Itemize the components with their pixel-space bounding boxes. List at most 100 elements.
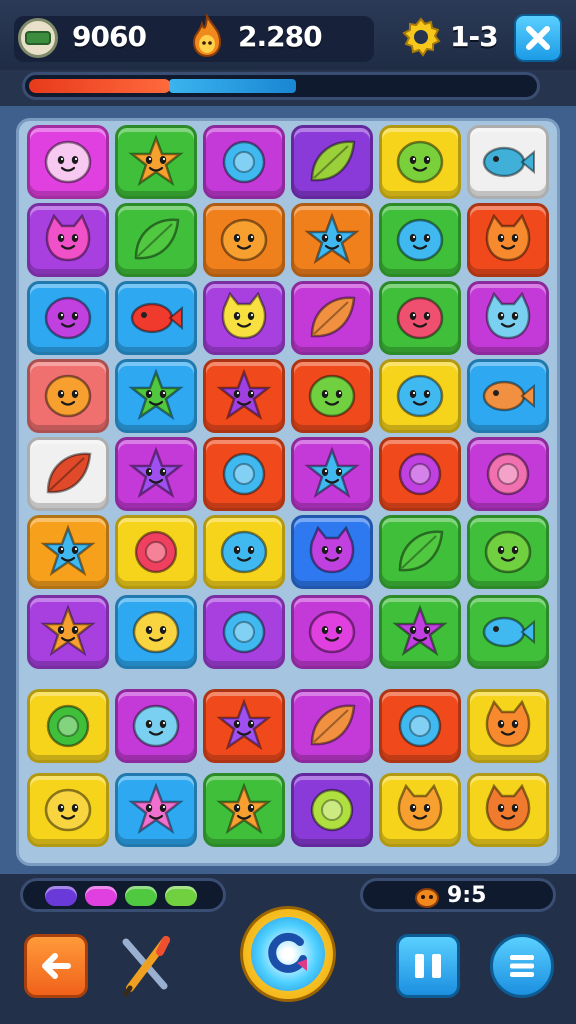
blob-creature-icon bbox=[484, 530, 532, 574]
ring-creature-icon bbox=[46, 704, 90, 748]
blob-creature-icon bbox=[44, 296, 92, 340]
board-tile[interactable] bbox=[203, 773, 285, 847]
board-tile[interactable] bbox=[115, 773, 197, 847]
board-tile[interactable] bbox=[467, 437, 549, 511]
menu-icon bbox=[510, 955, 534, 977]
gem-slot bbox=[165, 886, 197, 906]
shuffle-button-face bbox=[251, 917, 325, 991]
star-creature-icon bbox=[392, 604, 448, 657]
board-tile[interactable] bbox=[291, 595, 373, 669]
board-tile[interactable] bbox=[467, 125, 549, 199]
board-tile[interactable] bbox=[467, 281, 549, 355]
board-tile[interactable] bbox=[379, 359, 461, 433]
board-tile[interactable] bbox=[203, 595, 285, 669]
board-tile[interactable] bbox=[27, 773, 109, 847]
board-tile[interactable] bbox=[115, 281, 197, 355]
progress-fill-blue bbox=[169, 79, 296, 93]
blob-creature-icon bbox=[396, 218, 444, 262]
board-tile[interactable] bbox=[27, 125, 109, 199]
board-tile[interactable] bbox=[379, 689, 461, 763]
board-tile[interactable] bbox=[379, 203, 461, 277]
board-tile[interactable] bbox=[27, 515, 109, 589]
board-tile[interactable] bbox=[115, 203, 197, 277]
board-tile[interactable] bbox=[27, 689, 109, 763]
fish-creature-icon bbox=[482, 380, 535, 412]
gear-icon[interactable] bbox=[400, 16, 442, 58]
ring-creature-icon bbox=[486, 452, 530, 496]
refresh-icon bbox=[268, 932, 307, 973]
board-tile[interactable] bbox=[27, 281, 109, 355]
board-tile[interactable] bbox=[291, 437, 373, 511]
cat-creature-icon bbox=[485, 213, 531, 262]
board-tile[interactable] bbox=[379, 515, 461, 589]
board-tile[interactable] bbox=[203, 359, 285, 433]
board-tile[interactable] bbox=[291, 125, 373, 199]
board-tile[interactable] bbox=[291, 359, 373, 433]
board-tile[interactable] bbox=[115, 689, 197, 763]
board-tile[interactable] bbox=[27, 437, 109, 511]
board-tile[interactable] bbox=[467, 359, 549, 433]
pause-button[interactable] bbox=[396, 934, 460, 998]
board-tile[interactable] bbox=[291, 773, 373, 847]
moves-value: 9:5 bbox=[447, 883, 487, 908]
board-tile[interactable] bbox=[203, 281, 285, 355]
cat-creature-icon bbox=[485, 783, 531, 832]
board-tile[interactable] bbox=[27, 595, 109, 669]
board-tile[interactable] bbox=[467, 595, 549, 669]
board-tile[interactable] bbox=[27, 359, 109, 433]
board-tile[interactable] bbox=[379, 437, 461, 511]
board-tile[interactable] bbox=[379, 595, 461, 669]
fish-creature-icon bbox=[482, 146, 535, 178]
board-tile[interactable] bbox=[291, 281, 373, 355]
tool-icon[interactable] bbox=[116, 932, 178, 998]
ring-creature-icon bbox=[222, 140, 266, 184]
board-tile[interactable] bbox=[115, 437, 197, 511]
progress-fill-red bbox=[29, 79, 171, 93]
blob-creature-icon bbox=[44, 374, 92, 418]
gem-collection-bar bbox=[20, 878, 226, 912]
board-tile[interactable] bbox=[203, 689, 285, 763]
board-tile[interactable] bbox=[27, 203, 109, 277]
board-tile[interactable] bbox=[379, 281, 461, 355]
cat-creature-icon bbox=[397, 783, 443, 832]
board-tile[interactable] bbox=[291, 515, 373, 589]
back-button[interactable] bbox=[24, 934, 88, 998]
creature-icon bbox=[415, 888, 439, 908]
board-tile[interactable] bbox=[115, 595, 197, 669]
board-tile[interactable] bbox=[203, 203, 285, 277]
star-creature-icon bbox=[40, 524, 96, 577]
board-tile[interactable] bbox=[203, 437, 285, 511]
ring-creature-icon bbox=[134, 530, 178, 574]
moves-counter: 9:5 bbox=[360, 878, 556, 912]
ring-creature-icon bbox=[222, 452, 266, 496]
board-tile[interactable] bbox=[467, 689, 549, 763]
board-tile[interactable] bbox=[467, 203, 549, 277]
level-progress-bar bbox=[22, 72, 540, 100]
blob-creature-icon bbox=[396, 374, 444, 418]
star-creature-icon bbox=[304, 212, 360, 265]
board-tile[interactable] bbox=[203, 125, 285, 199]
cat-creature-icon bbox=[485, 699, 531, 748]
blob-creature-icon bbox=[44, 788, 92, 832]
shuffle-button[interactable] bbox=[240, 906, 336, 1002]
board-tile[interactable] bbox=[203, 515, 285, 589]
blob-creature-icon bbox=[44, 140, 92, 184]
close-icon bbox=[526, 26, 550, 50]
board-tile[interactable] bbox=[467, 515, 549, 589]
star-creature-icon bbox=[216, 368, 272, 421]
menu-button[interactable] bbox=[490, 934, 554, 998]
board-tile[interactable] bbox=[467, 773, 549, 847]
board-tile[interactable] bbox=[291, 689, 373, 763]
board-tile[interactable] bbox=[379, 773, 461, 847]
star-creature-icon bbox=[216, 698, 272, 751]
game-board bbox=[16, 118, 560, 866]
board-tile[interactable] bbox=[115, 125, 197, 199]
board-tile[interactable] bbox=[291, 203, 373, 277]
score-value: 9060 bbox=[72, 20, 147, 53]
board-tile[interactable] bbox=[115, 515, 197, 589]
board-tile[interactable] bbox=[115, 359, 197, 433]
board-tile[interactable] bbox=[379, 125, 461, 199]
coin-icon bbox=[18, 18, 58, 58]
close-button[interactable] bbox=[514, 14, 562, 62]
blob-creature-icon bbox=[396, 140, 444, 184]
